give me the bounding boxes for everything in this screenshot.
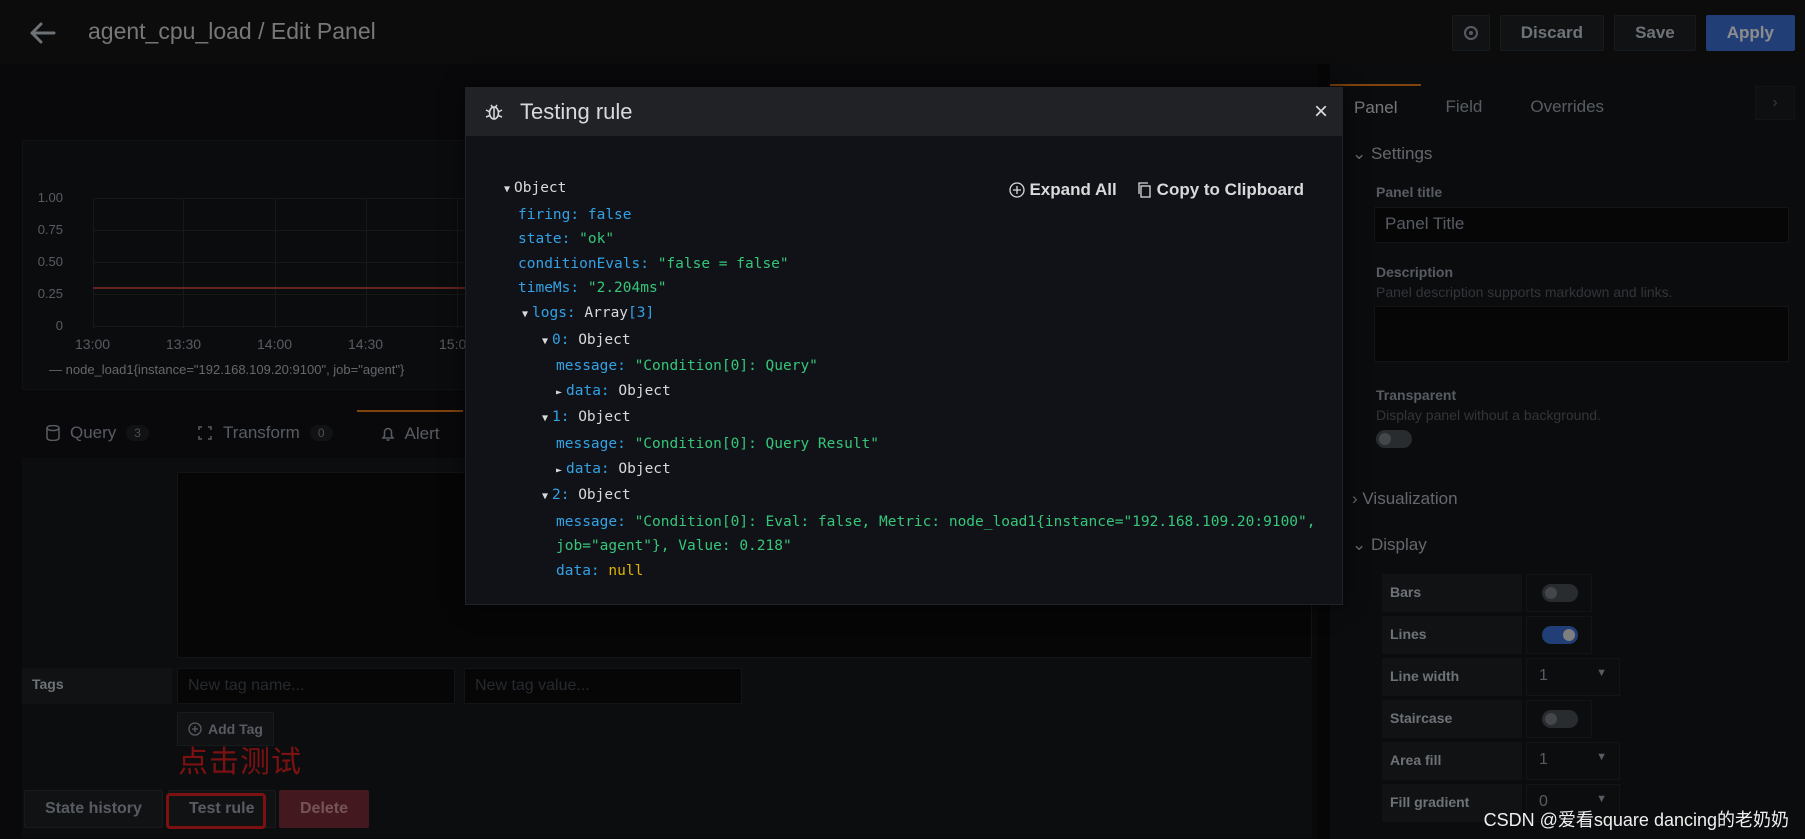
type-label: Object	[618, 460, 671, 477]
tree-row-item[interactable]: ▼ 1: Object	[504, 405, 1316, 432]
tree-row: state: "ok"	[518, 231, 615, 248]
key: conditionEvals	[518, 255, 641, 272]
tree-row-item[interactable]: ▼ 0: Object	[504, 328, 1316, 355]
expanded-triangle-icon: ▼	[542, 491, 549, 503]
key: message	[556, 513, 618, 530]
value: job="agent"}, Value: 0.218"	[556, 538, 792, 555]
key: message	[556, 435, 618, 452]
collapsed-triangle-icon: ►	[556, 386, 563, 398]
tree-row-item[interactable]: ▼ 2: Object	[504, 483, 1316, 510]
expanded-triangle-icon: ▼	[504, 184, 511, 195]
modal-body: Expand All Copy to Clipboard ▼ Object fir…	[466, 136, 1342, 604]
value: "Condition[0]: Query"	[634, 358, 818, 375]
tree-row: conditionEvals: "false = false"	[518, 255, 789, 272]
watermark: CSDN @爱看square dancing的老奶奶	[1483, 810, 1789, 830]
close-icon[interactable]: ×	[1314, 98, 1328, 126]
value: "ok"	[579, 231, 615, 248]
tree-row-logs[interactable]: ▼ logs: Array[3]	[504, 301, 1316, 328]
value: null	[608, 562, 644, 579]
expanded-triangle-icon: ▼	[542, 335, 549, 347]
collapsed-triangle-icon: ►	[556, 464, 563, 476]
tree-row: timeMs: "2.204ms"	[518, 280, 667, 297]
json-tree: ▼ Object firing: false state: "ok" condit…	[504, 176, 1316, 584]
tree-row-data[interactable]: ► data: Object	[504, 457, 1316, 484]
type-label: Object	[514, 180, 567, 196]
key: firing	[518, 206, 571, 223]
testing-rule-modal: Testing rule × Expand All Copy to Clipbo…	[465, 87, 1343, 605]
value: "2.204ms"	[587, 280, 667, 297]
key: data	[566, 460, 601, 477]
expanded-triangle-icon: ▼	[522, 308, 529, 320]
tree-row-data[interactable]: ► data: Object	[504, 379, 1316, 406]
tree-row: message: "Condition[0]: Query Result"	[556, 435, 880, 452]
array-length: [3]	[628, 304, 655, 321]
expanded-triangle-icon: ▼	[542, 413, 549, 425]
tree-row: firing: false	[518, 206, 632, 223]
modal-title: Testing rule	[520, 99, 633, 124]
key: 2	[552, 487, 561, 504]
tree-row: message: "Condition[0]: Query"	[556, 358, 818, 375]
tree-row: data: null	[556, 562, 644, 579]
type-label: Array	[584, 304, 629, 321]
tree-root[interactable]: ▼ Object	[504, 176, 1316, 203]
key: 1	[552, 409, 561, 426]
tree-row-cont: job="agent"}, Value: 0.218"	[504, 534, 1316, 559]
value: "false = false"	[657, 255, 789, 272]
key: message	[556, 358, 618, 375]
key: data	[566, 382, 601, 399]
key: state	[518, 231, 562, 248]
type-label: Object	[618, 382, 671, 399]
key: data	[556, 562, 591, 579]
type-label: Object	[578, 409, 631, 426]
key: 0	[552, 331, 561, 348]
key: logs	[532, 304, 567, 321]
value: "Condition[0]: Query Result"	[634, 435, 880, 452]
value: false	[587, 206, 632, 223]
type-label: Object	[578, 331, 631, 348]
modal-header: Testing rule ×	[466, 88, 1342, 136]
key: timeMs	[518, 280, 571, 297]
type-label: Object	[578, 487, 631, 504]
bug-icon	[485, 104, 503, 120]
tree-row: message: "Condition[0]: Eval: false, Met…	[556, 513, 1316, 530]
value: "Condition[0]: Eval: false, Metric: node…	[634, 513, 1316, 530]
